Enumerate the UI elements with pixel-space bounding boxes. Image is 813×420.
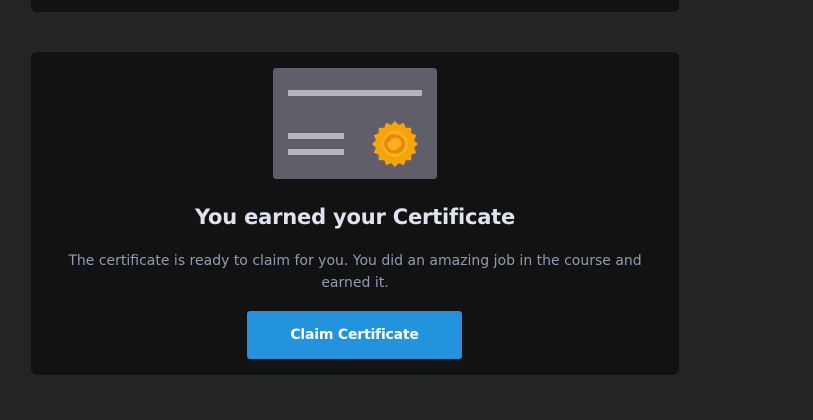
certificate-seal-icon [372,121,418,167]
certificate-illustration [273,68,437,179]
previous-card [31,0,679,12]
certificate-description: The certificate is ready to claim for yo… [68,253,642,291]
certificate-title: You earned your Certificate [194,205,516,229]
claim-certificate-button[interactable]: Claim Certificate [247,311,462,359]
certificate-card: You earned your Certificate The certific… [31,52,679,375]
